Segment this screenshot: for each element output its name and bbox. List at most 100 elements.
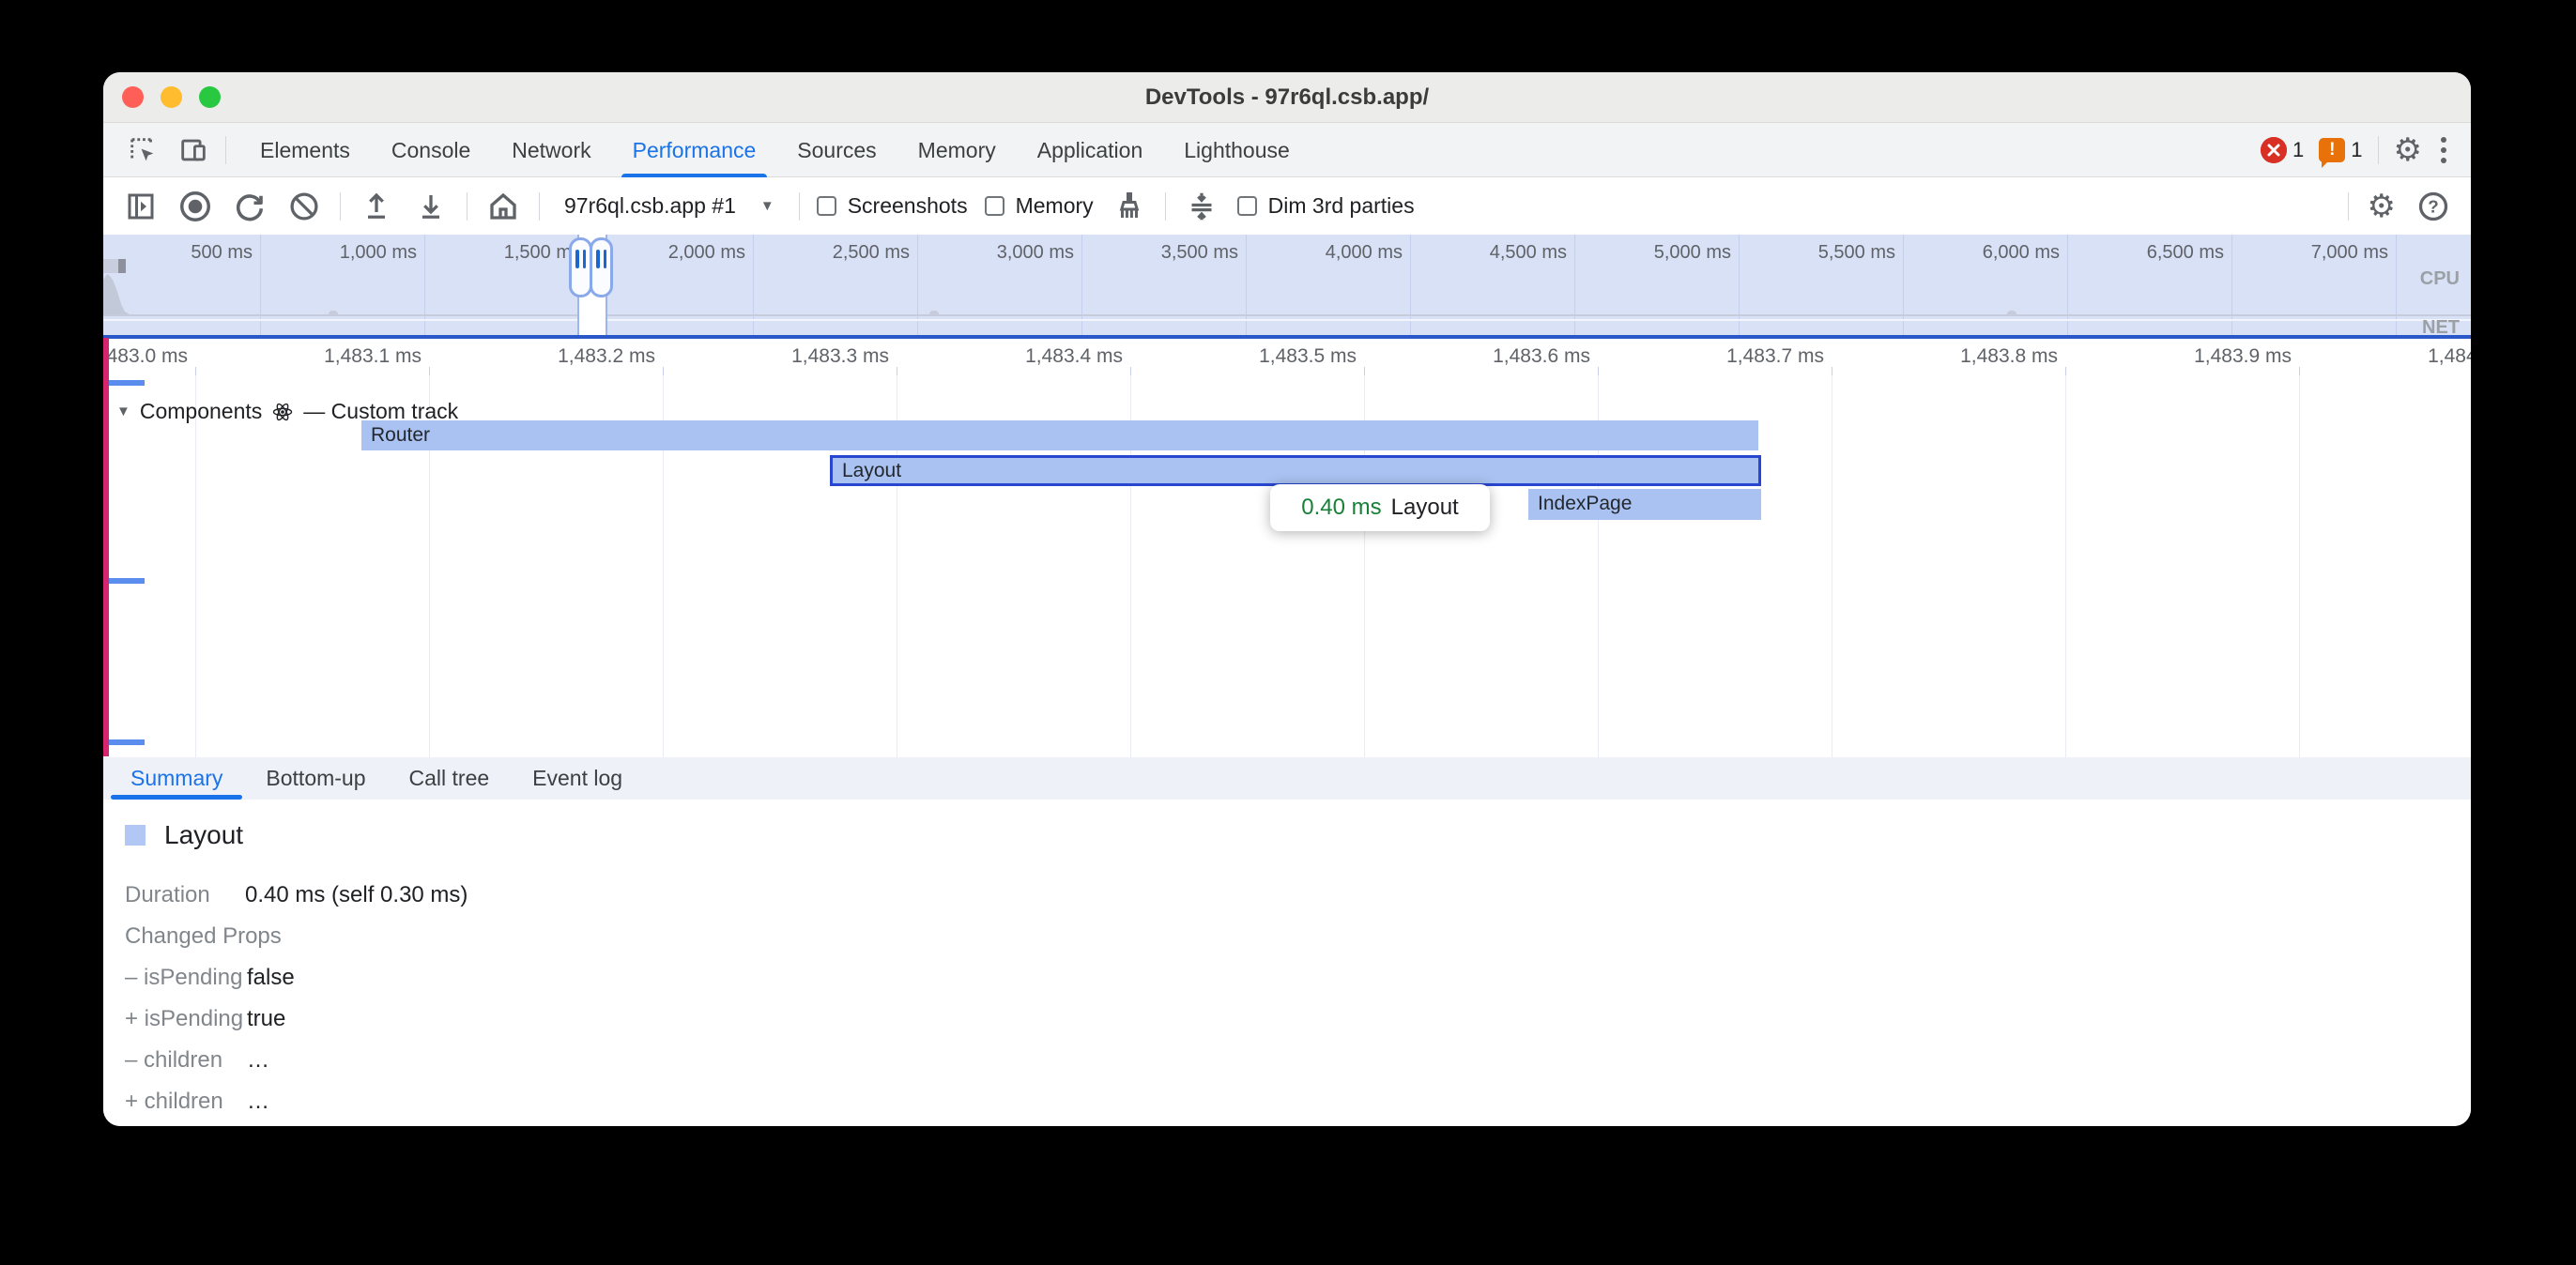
desktop-background: DevTools - 97r6ql.csb.app/ Elements Cons… (0, 0, 2576, 1265)
toolbar-divider (539, 192, 540, 221)
screenshots-checkbox[interactable]: Screenshots (817, 193, 968, 219)
prop-value: … (247, 1047, 269, 1074)
ruler-tick: 1,483.6 ms (1391, 345, 1590, 368)
ruler-tick: 1,484.0 ms (2326, 345, 2471, 368)
ruler-tick: 1,483.5 ms (1158, 345, 1357, 368)
dim-3rd-parties-label: Dim 3rd parties (1268, 193, 1415, 219)
cpu-activity-bump (929, 311, 939, 314)
changed-props-label: Changed Props (125, 923, 282, 950)
error-badge[interactable]: 1 (2261, 137, 2304, 163)
track-name: Components (140, 399, 262, 424)
error-icon (2261, 137, 2287, 163)
timeline-marker-line (103, 338, 109, 756)
warning-badge[interactable]: ! 1 (2319, 138, 2362, 162)
track-scroll-indicator (105, 578, 145, 584)
inspect-element-icon[interactable] (124, 131, 161, 169)
prop-row: – children … (125, 1040, 2471, 1081)
ruler-tick: 1,483.7 ms (1625, 345, 1824, 368)
summary-title-row: Layout (125, 820, 2471, 850)
screenshots-label: Screenshots (848, 193, 968, 219)
flame-span-router[interactable]: Router (361, 420, 1758, 450)
net-strip-divider (103, 319, 2471, 321)
summary-changed-props-row: Changed Props (125, 916, 2471, 957)
tab-performance[interactable]: Performance (612, 123, 777, 177)
tab-network[interactable]: Network (491, 123, 611, 177)
prop-value: false (247, 965, 295, 991)
react-atom-icon (271, 401, 294, 423)
tab-sources[interactable]: Sources (776, 123, 897, 177)
summary-duration-row: Duration 0.40 ms (self 0.30 ms) (125, 875, 2471, 916)
help-icon[interactable]: ? (2415, 188, 2452, 225)
tabbar-divider (225, 136, 226, 164)
checkbox-box (817, 196, 836, 216)
chevron-down-icon: ▼ (760, 198, 774, 214)
prop-row: + children … (125, 1081, 2471, 1122)
prop-value: … (247, 1089, 269, 1115)
dim-3rd-parties-checkbox[interactable]: Dim 3rd parties (1237, 193, 1415, 219)
capture-settings-gear-icon[interactable]: ⚙ (2368, 191, 2396, 222)
duration-label: Duration (125, 882, 245, 908)
devtools-window: DevTools - 97r6ql.csb.app/ Elements Cons… (103, 72, 2471, 1126)
reload-record-icon[interactable] (231, 188, 268, 225)
summary-panel: Layout Duration 0.40 ms (self 0.30 ms) C… (103, 800, 2471, 1126)
ruler-tick: 1,483.4 ms (924, 345, 1123, 368)
summary-event-name: Layout (164, 820, 243, 850)
toolbar-divider (467, 192, 468, 221)
cpu-activity-bump (2007, 311, 2016, 314)
track-scroll-indicator (105, 739, 145, 745)
warning-count: 1 (2351, 138, 2362, 162)
toolbar-divider (1165, 192, 1166, 221)
tab-event-log[interactable]: Event log (511, 757, 644, 800)
track-scroll-indicator (105, 380, 145, 386)
issues-icon: ! (2319, 138, 2345, 162)
settings-gear-icon[interactable]: ⚙ (2394, 134, 2422, 166)
tab-elements[interactable]: Elements (239, 123, 371, 177)
tab-memory[interactable]: Memory (897, 123, 1017, 177)
window-titlebar: DevTools - 97r6ql.csb.app/ (103, 72, 2471, 123)
tab-summary[interactable]: Summary (109, 757, 244, 800)
ruler-tick: 1,483.9 ms (2093, 345, 2292, 368)
flame-span-indexpage[interactable]: IndexPage (1528, 489, 1761, 520)
record-icon[interactable] (176, 188, 214, 225)
toolbar-divider (340, 192, 341, 221)
ruler-tick: 1,483.0 ms (103, 345, 188, 368)
event-color-legend (125, 825, 146, 846)
timeline-overview[interactable]: 500 ms 1,000 ms 1,500 ms 2,000 ms 2,500 … (103, 235, 2471, 335)
tooltip-label: Layout (1391, 495, 1459, 521)
overview-tick: 7,000 ms (2189, 242, 2388, 264)
device-toolbar-icon[interactable] (175, 131, 212, 169)
ruler-tick: 1,483.8 ms (1859, 345, 2058, 368)
net-track-label: NET (2422, 317, 2460, 335)
tab-console[interactable]: Console (371, 123, 491, 177)
flame-span-layout[interactable]: Layout (830, 455, 1761, 486)
tab-bottom-up[interactable]: Bottom-up (244, 757, 387, 800)
prop-key: + isPending (125, 1006, 247, 1032)
tooltip-duration: 0.40 ms (1301, 495, 1381, 521)
tab-application[interactable]: Application (1017, 123, 1164, 177)
prop-key: + children (125, 1089, 247, 1115)
upload-profile-icon[interactable] (358, 188, 395, 225)
toolbar-right: ⚙ ? (2348, 188, 2452, 225)
tabbar-right-divider (2378, 136, 2379, 164)
ruler-tick: 1,483.2 ms (456, 345, 655, 368)
checkbox-box (1237, 196, 1257, 216)
duration-value: 0.40 ms (self 0.30 ms) (245, 882, 468, 908)
tab-lighthouse[interactable]: Lighthouse (1163, 123, 1311, 177)
tab-call-tree[interactable]: Call tree (388, 757, 512, 800)
download-profile-icon[interactable] (412, 188, 450, 225)
toolbar-divider (2348, 192, 2349, 221)
home-icon[interactable] (484, 188, 522, 225)
ruler-tick: 1,483.1 ms (222, 345, 422, 368)
clear-icon[interactable] (285, 188, 323, 225)
flame-chart[interactable]: ▼ Components — Custom track Router Layou… (103, 375, 2471, 757)
collect-garbage-icon[interactable] (1111, 188, 1148, 225)
memory-checkbox[interactable]: Memory (985, 193, 1094, 219)
collapse-tracks-icon[interactable] (1183, 188, 1220, 225)
collapse-triangle-icon[interactable]: ▼ (116, 404, 130, 419)
range-right-handle[interactable] (590, 237, 613, 297)
toggle-sidebar-icon[interactable] (122, 188, 160, 225)
target-selector-dropdown[interactable]: 97r6ql.csb.app #1 ▼ (557, 193, 782, 219)
more-options-icon[interactable] (2437, 133, 2450, 167)
target-selector-value: 97r6ql.csb.app #1 (564, 193, 736, 219)
prop-row: – isPending false (125, 957, 2471, 998)
